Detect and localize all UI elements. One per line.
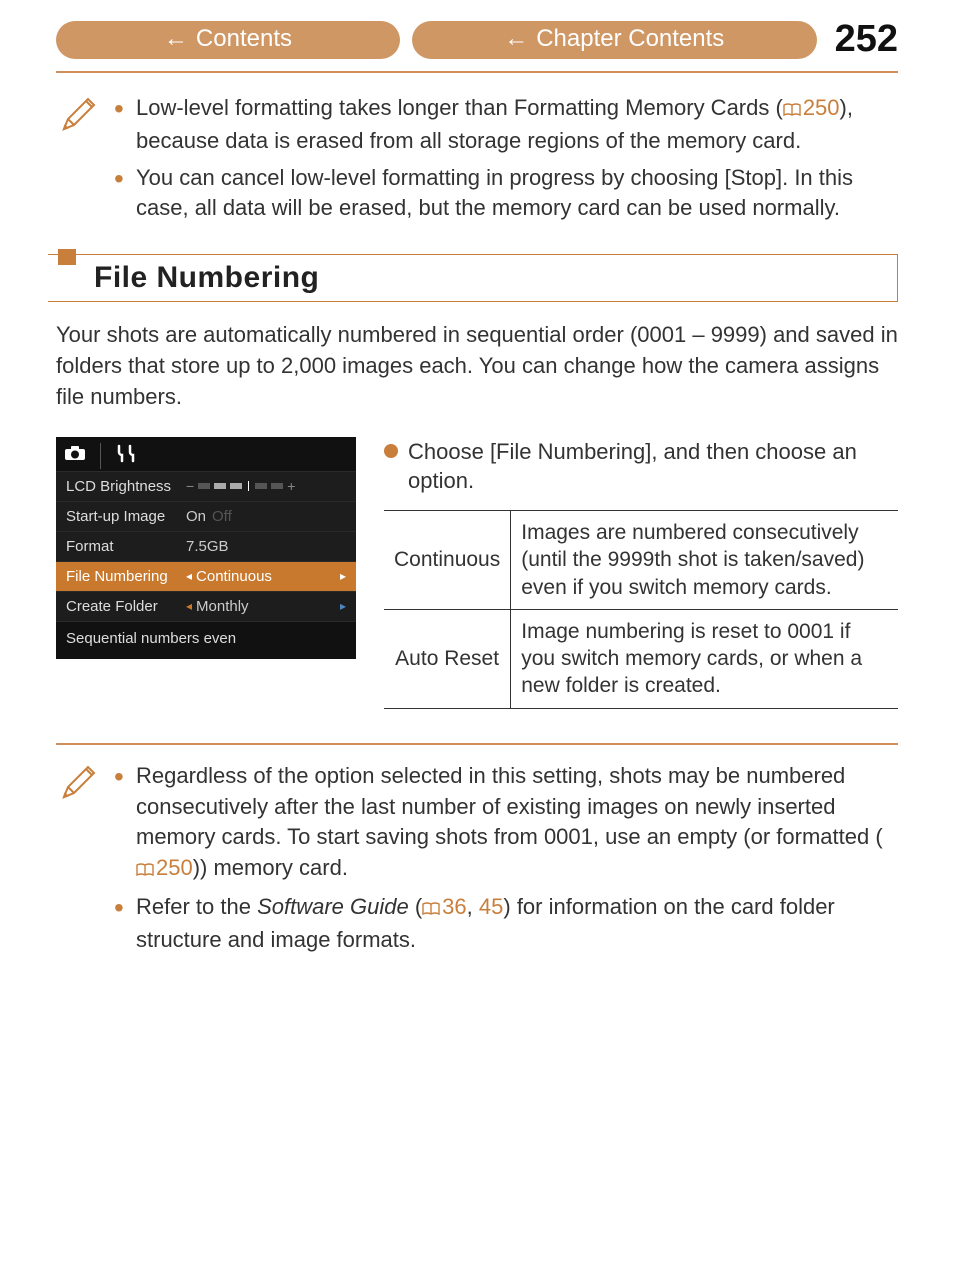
menu-row-format: Format 7.5GB (56, 531, 356, 561)
book-icon (136, 855, 154, 886)
note-block-bottom: Regardless of the option selected in thi… (56, 761, 898, 962)
book-icon (783, 95, 801, 126)
back-arrow-icon: ← (164, 25, 188, 53)
note-item: Low-level formatting takes longer than F… (114, 93, 898, 157)
intro-paragraph: Your shots are automatically numbered in… (56, 320, 898, 412)
table-row: Auto Reset Image numbering is reset to 0… (384, 609, 898, 708)
note-item: Regardless of the option selected in thi… (114, 761, 898, 886)
menu-row-file-numbering: File Numbering ◂ Continuous ▸ (56, 561, 356, 591)
note-item: Refer to the Software Guide (36, 45) for… (114, 892, 898, 956)
option-name: Auto Reset (384, 609, 511, 708)
chapter-label: Chapter Contents (536, 25, 724, 53)
divider (56, 743, 898, 745)
pencil-icon (56, 93, 100, 230)
menu-row-startup: Start-up Image OnOff (56, 501, 356, 531)
page-ref-link[interactable]: 45 (479, 894, 503, 919)
contents-label: Contents (196, 25, 292, 53)
setup-tab-icon (115, 443, 137, 468)
note-block-top: Low-level formatting takes longer than F… (56, 93, 898, 230)
options-table: Continuous Images are numbered consecuti… (384, 510, 898, 709)
back-arrow-icon: ← (504, 25, 528, 53)
bullet-icon (384, 444, 398, 458)
camera-menu-screenshot: LCD Brightness − + Start-up Image OnOff … (56, 437, 356, 659)
camera-tab-icon (64, 445, 86, 466)
table-row: Continuous Images are numbered consecuti… (384, 510, 898, 609)
note-item: You can cancel low-level formatting in p… (114, 163, 898, 225)
book-icon (422, 894, 440, 925)
menu-row-brightness: LCD Brightness − + (56, 471, 356, 501)
header-bar: ← Contents ← Chapter Contents 252 (56, 18, 898, 73)
page-ref-link[interactable]: 250 (783, 95, 840, 120)
pencil-icon (56, 761, 100, 962)
menu-help-text: Sequential numbers even (56, 621, 356, 659)
brightness-slider: − + (186, 478, 346, 494)
option-name: Continuous (384, 510, 511, 609)
step-text: Choose [File Numbering], and then choose… (408, 437, 898, 496)
option-desc: Image numbering is reset to 0001 if you … (511, 609, 898, 708)
option-desc: Images are numbered consecutively (until… (511, 510, 898, 609)
page-number: 252 (829, 18, 898, 61)
section-title: File Numbering (94, 261, 887, 295)
page-ref-link[interactable]: 250 (136, 855, 193, 880)
menu-row-create-folder: Create Folder ◂ Monthly ▸ (56, 591, 356, 621)
chevron-right-icon: ▸ (340, 569, 346, 583)
menu-tabs (56, 437, 356, 471)
chapter-contents-button[interactable]: ← Chapter Contents (412, 21, 817, 59)
contents-button[interactable]: ← Contents (56, 21, 400, 59)
instruction-step: Choose [File Numbering], and then choose… (384, 437, 898, 496)
page-ref-link[interactable]: 36 (422, 894, 466, 919)
chevron-right-icon: ▸ (340, 599, 346, 613)
section-heading: File Numbering (48, 254, 898, 302)
